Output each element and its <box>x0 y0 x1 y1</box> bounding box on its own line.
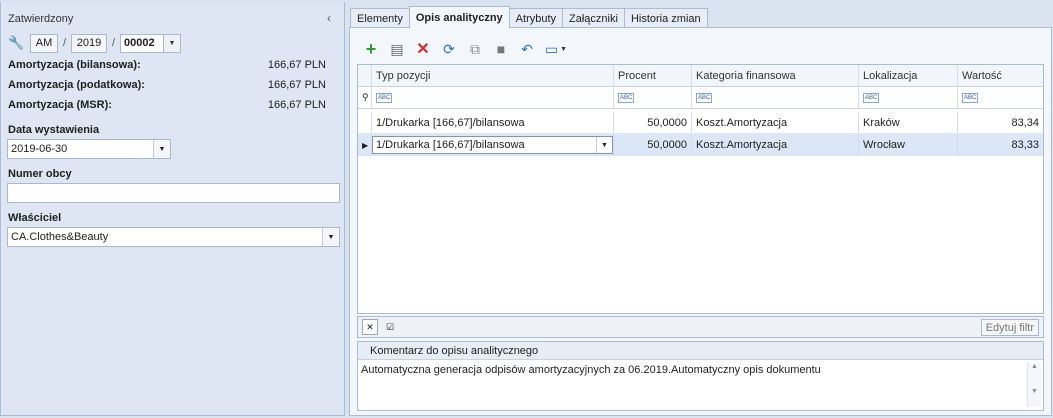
doc-prefix-field[interactable]: AM <box>30 33 58 53</box>
filter-typ[interactable]: ABC <box>372 87 614 109</box>
col-kategoria[interactable]: Kategoria finansowa <box>692 65 859 87</box>
analytic-grid: Typ pozycji Procent Kategoria finansowa … <box>357 64 1044 314</box>
cell-lokalizacja[interactable]: Kraków <box>859 112 958 133</box>
col-typ-pozycji[interactable]: Typ pozycji <box>372 65 614 87</box>
amortization-tax-value: 166,67 PLN <box>267 79 326 91</box>
issue-date-picker[interactable]: 2019-06-30 ▼ <box>7 139 171 159</box>
export-icon[interactable]: ▭ ▼ <box>542 38 570 60</box>
amortization-tax-label: Amortyzacja (podatkowa): <box>8 79 145 91</box>
analytic-description-body: + ▤ ✕ ⟳ ⧉ ■ ↶ ▭ ▼ Typ pozycji Procent Kat… <box>349 27 1052 416</box>
amortization-msr-label: Amortyzacja (MSR): <box>8 99 112 111</box>
amortization-msr-value: 166,67 PLN <box>267 99 326 111</box>
amortization-msr-row: Amortyzacja (MSR): 166,67 PLN <box>8 99 326 111</box>
foreign-number-input[interactable] <box>7 183 340 203</box>
tabs-panel: Elementy Opis analityczny Atrybuty Załąc… <box>348 2 1053 416</box>
clear-filter-icon[interactable]: ✕ <box>362 319 378 335</box>
filter-procent[interactable]: ABC <box>614 87 692 109</box>
text-filter-icon: ABC <box>962 92 979 103</box>
cell-kategoria[interactable]: Koszt.Amortyzacja <box>692 112 859 133</box>
text-filter-icon: ABC <box>376 92 393 103</box>
cell-wartosc[interactable]: 83,33 <box>958 134 1043 156</box>
text-filter-icon: ABC <box>618 92 635 103</box>
row-indicator-icon: ▶ <box>358 134 372 156</box>
filter-lokalizacja[interactable]: ABC <box>859 87 958 109</box>
tab-zalaczniki[interactable]: Załączniki <box>562 8 625 28</box>
cell-procent[interactable]: 50,0000 <box>614 134 692 156</box>
amortization-balance-row: Amortyzacja (bilansowa): 166,67 PLN <box>8 59 326 71</box>
delete-icon[interactable]: ✕ <box>412 38 434 60</box>
collapse-chevron-icon[interactable]: ‹ <box>327 11 331 25</box>
edit-icon[interactable]: ▤ <box>386 38 408 60</box>
date-dropdown-icon[interactable]: ▼ <box>153 140 170 158</box>
grid-header: Typ pozycji Procent Kategoria finansowa … <box>358 65 1043 87</box>
issue-date-label: Data wystawienia <box>8 124 100 136</box>
pin-icon[interactable]: ⚲ <box>358 87 372 109</box>
cell-wartosc[interactable]: 83,34 <box>958 112 1043 133</box>
doc-number-field[interactable]: 00002 <box>120 33 164 53</box>
document-header-panel: Zatwierdzony ‹ 🔧 AM / 2019 / 00002 ▼ Amo… <box>0 2 345 416</box>
comment-title: Komentarz do opisu analitycznego <box>358 342 1043 360</box>
cell-procent[interactable]: 50,0000 <box>614 112 692 133</box>
wrench-icon[interactable]: 🔧 <box>8 35 24 51</box>
status-label: Zatwierdzony <box>8 13 74 25</box>
filter-wartosc[interactable]: ABC <box>958 87 1043 109</box>
tab-atrybuty[interactable]: Atrybuty <box>508 8 564 28</box>
cell-typ: 1/Drukarka [166,67]/bilansowa <box>376 139 525 151</box>
comment-textarea[interactable]: Automatyczna generacja odpisów amortyzac… <box>358 360 1043 380</box>
cell-typ[interactable]: 1/Drukarka [166,67]/bilansowa <box>372 112 614 133</box>
grid-footer: ✕ ☑ Edytuj filtr <box>357 316 1044 338</box>
text-filter-icon: ABC <box>863 92 880 103</box>
tab-opis-analityczny[interactable]: Opis analityczny <box>408 6 510 28</box>
amortization-balance-label: Amortyzacja (bilansowa): <box>8 59 141 71</box>
document-number-row: 🔧 AM / 2019 / 00002 ▼ <box>8 33 181 53</box>
table-row[interactable]: ▶ 1/Drukarka [166,67]/bilansowa ▼ 50,000… <box>358 134 1043 156</box>
owner-value: CA.Clothes&Beauty <box>11 231 109 243</box>
filter-checkbox-icon[interactable]: ☑ <box>382 319 398 335</box>
col-lokalizacja[interactable]: Lokalizacja <box>859 65 958 87</box>
tab-strip: Elementy Opis analityczny Atrybuty Załąc… <box>350 6 708 28</box>
filter-kategoria[interactable]: ABC <box>692 87 859 109</box>
save-icon[interactable]: ■ <box>490 38 512 60</box>
toolbar: + ▤ ✕ ⟳ ⧉ ■ ↶ ▭ ▼ <box>360 38 574 60</box>
undo-icon[interactable]: ↶ <box>516 38 538 60</box>
tab-historia-zmian[interactable]: Historia zmian <box>623 8 708 28</box>
cell-dropdown-icon[interactable]: ▼ <box>596 137 612 153</box>
amortization-balance-value: 166,67 PLN <box>267 59 326 71</box>
amortization-tax-row: Amortyzacja (podatkowa): 166,67 PLN <box>8 79 326 91</box>
cell-kategoria[interactable]: Koszt.Amortyzacja <box>692 134 859 156</box>
text-filter-icon: ABC <box>696 92 713 103</box>
owner-select[interactable]: CA.Clothes&Beauty ▼ <box>7 227 340 247</box>
tab-elementy[interactable]: Elementy <box>350 8 410 28</box>
copy-icon[interactable]: ⧉ <box>464 38 486 60</box>
table-row[interactable]: 1/Drukarka [166,67]/bilansowa 50,0000 Ko… <box>358 112 1043 134</box>
foreign-number-label: Numer obcy <box>8 168 72 180</box>
add-icon[interactable]: + <box>360 38 382 60</box>
issue-date-value: 2019-06-30 <box>11 143 68 155</box>
comment-box: Komentarz do opisu analitycznego Automat… <box>357 341 1044 411</box>
comment-scrollbar[interactable]: ▲ ▼ <box>1027 363 1041 407</box>
cell-typ-editor[interactable]: 1/Drukarka [166,67]/bilansowa ▼ <box>372 134 614 156</box>
filter-row: ⚲ ABC ABC ABC ABC ABC <box>358 87 1043 109</box>
refresh-icon[interactable]: ⟳ <box>438 38 460 60</box>
doc-year-field[interactable]: 2019 <box>71 33 107 53</box>
cell-lokalizacja[interactable]: Wrocław <box>859 134 958 156</box>
edit-filter-button[interactable]: Edytuj filtr <box>980 319 1039 336</box>
doc-number-dropdown-icon[interactable]: ▼ <box>164 33 181 53</box>
owner-label: Właściciel <box>8 212 62 224</box>
owner-dropdown-icon[interactable]: ▼ <box>322 228 339 246</box>
col-procent[interactable]: Procent <box>614 65 692 87</box>
col-wartosc[interactable]: Wartość <box>958 65 1043 87</box>
